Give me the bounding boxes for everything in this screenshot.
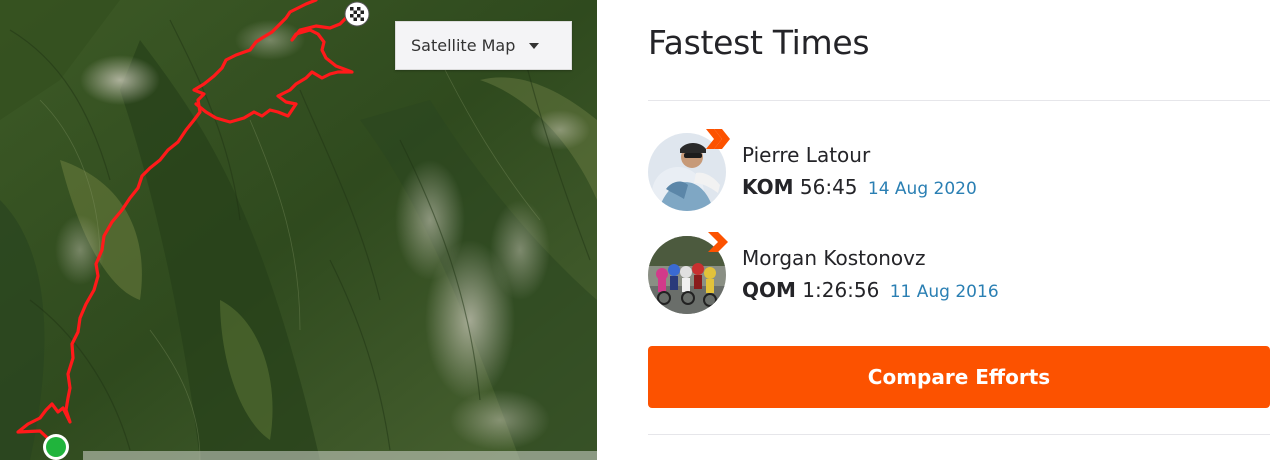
fastest-times-panel: Fastest Times Pierre Latour KOM 56:45 14… [648,0,1270,460]
map-type-dropdown[interactable]: Satellite Map [395,21,572,70]
qom-time: 1:26:56 [802,278,880,302]
kom-date-link[interactable]: 14 Aug 2020 [868,179,977,199]
panel-title: Fastest Times [648,23,870,62]
start-marker[interactable] [43,434,69,460]
leader-time-qom: QOM 1:26:56 11 Aug 2016 [742,278,999,302]
leader-name-kom[interactable]: Pierre Latour [742,143,870,167]
leader-name-qom[interactable]: Morgan Kostonovz [742,246,925,270]
map-type-label: Satellite Map [411,36,516,55]
divider-bottom [648,434,1270,435]
qom-label: QOM [742,278,796,302]
kom-label: KOM [742,175,794,199]
kom-time: 56:45 [799,175,858,199]
segment-map[interactable]: Satellite Map [0,0,597,460]
qom-date-link[interactable]: 11 Aug 2016 [890,282,999,302]
finish-marker[interactable] [344,1,370,27]
double-chevron-icon [706,129,730,149]
divider-top [648,100,1270,101]
leader-time-kom: KOM 56:45 14 Aug 2020 [742,175,977,199]
leader-row-kom: Pierre Latour KOM 56:45 14 Aug 2020 [648,129,1270,213]
map-attribution-bar [83,451,597,460]
caret-down-icon [529,43,540,49]
chevron-icon [708,232,728,252]
compare-efforts-button[interactable]: Compare Efforts [648,346,1270,408]
leader-row-qom: Morgan Kostonovz QOM 1:26:56 11 Aug 2016 [648,232,1270,316]
